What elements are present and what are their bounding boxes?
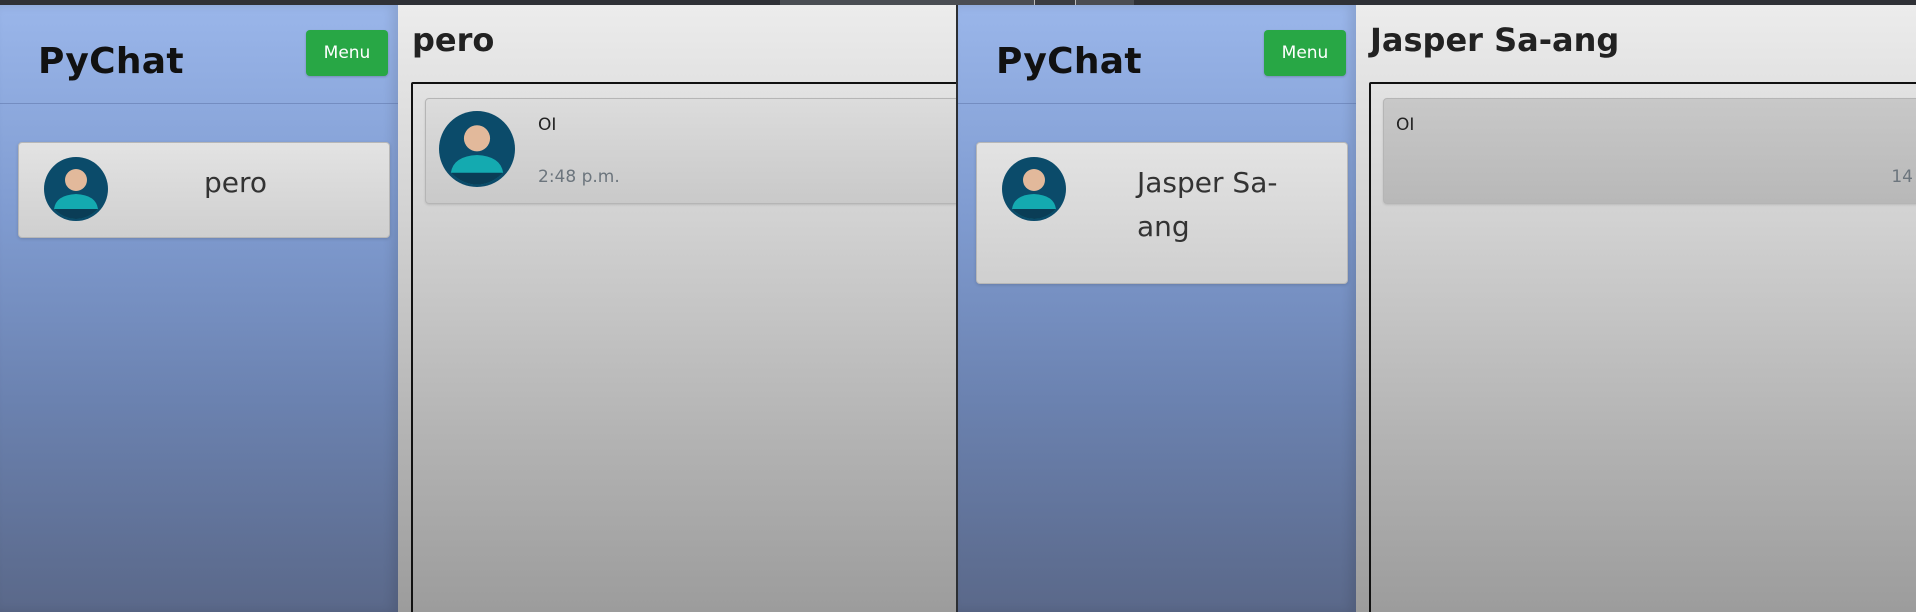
chat-window-2: PyChat Menu Jasper Sa-ang Jasper Sa-ang …: [958, 5, 1916, 612]
message-card: OI 14: [1383, 98, 1916, 204]
sidebar: PyChat Menu pero: [0, 5, 398, 612]
menu-button[interactable]: Menu: [1264, 30, 1346, 76]
message-timestamp: 2:48 p.m.: [538, 167, 620, 187]
app-title: PyChat: [996, 41, 1142, 82]
contact-name: pero: [204, 166, 268, 199]
menu-button[interactable]: Menu: [306, 30, 388, 76]
chat-panel: Jasper Sa-ang OI 14: [1356, 5, 1916, 612]
chat-title: Jasper Sa-ang: [1370, 21, 1620, 59]
message-timestamp: 14: [1891, 167, 1913, 187]
chat-window-1: PyChat Menu pero pero OI 2:48 p.m.: [0, 5, 956, 612]
message-text: OI: [1396, 115, 1415, 135]
chat-panel: pero OI 2:48 p.m.: [398, 5, 956, 612]
sidebar: PyChat Menu Jasper Sa-ang: [958, 5, 1356, 612]
app-title: PyChat: [38, 41, 184, 82]
user-avatar-icon: [439, 111, 515, 187]
user-avatar-icon: [1002, 157, 1066, 221]
user-avatar-icon: [44, 157, 108, 221]
message-card: OI 2:48 p.m.: [425, 98, 956, 204]
sidebar-header: PyChat Menu: [0, 5, 398, 104]
message-area[interactable]: OI 14: [1369, 82, 1916, 612]
message-area[interactable]: OI 2:48 p.m.: [411, 82, 956, 612]
message-text: OI: [538, 115, 557, 135]
sidebar-header: PyChat Menu: [958, 5, 1356, 104]
contact-name: Jasper Sa-ang: [1137, 166, 1278, 243]
contact-item[interactable]: Jasper Sa-ang: [976, 142, 1348, 284]
chat-title: pero: [412, 21, 495, 59]
contact-item[interactable]: pero: [18, 142, 390, 238]
